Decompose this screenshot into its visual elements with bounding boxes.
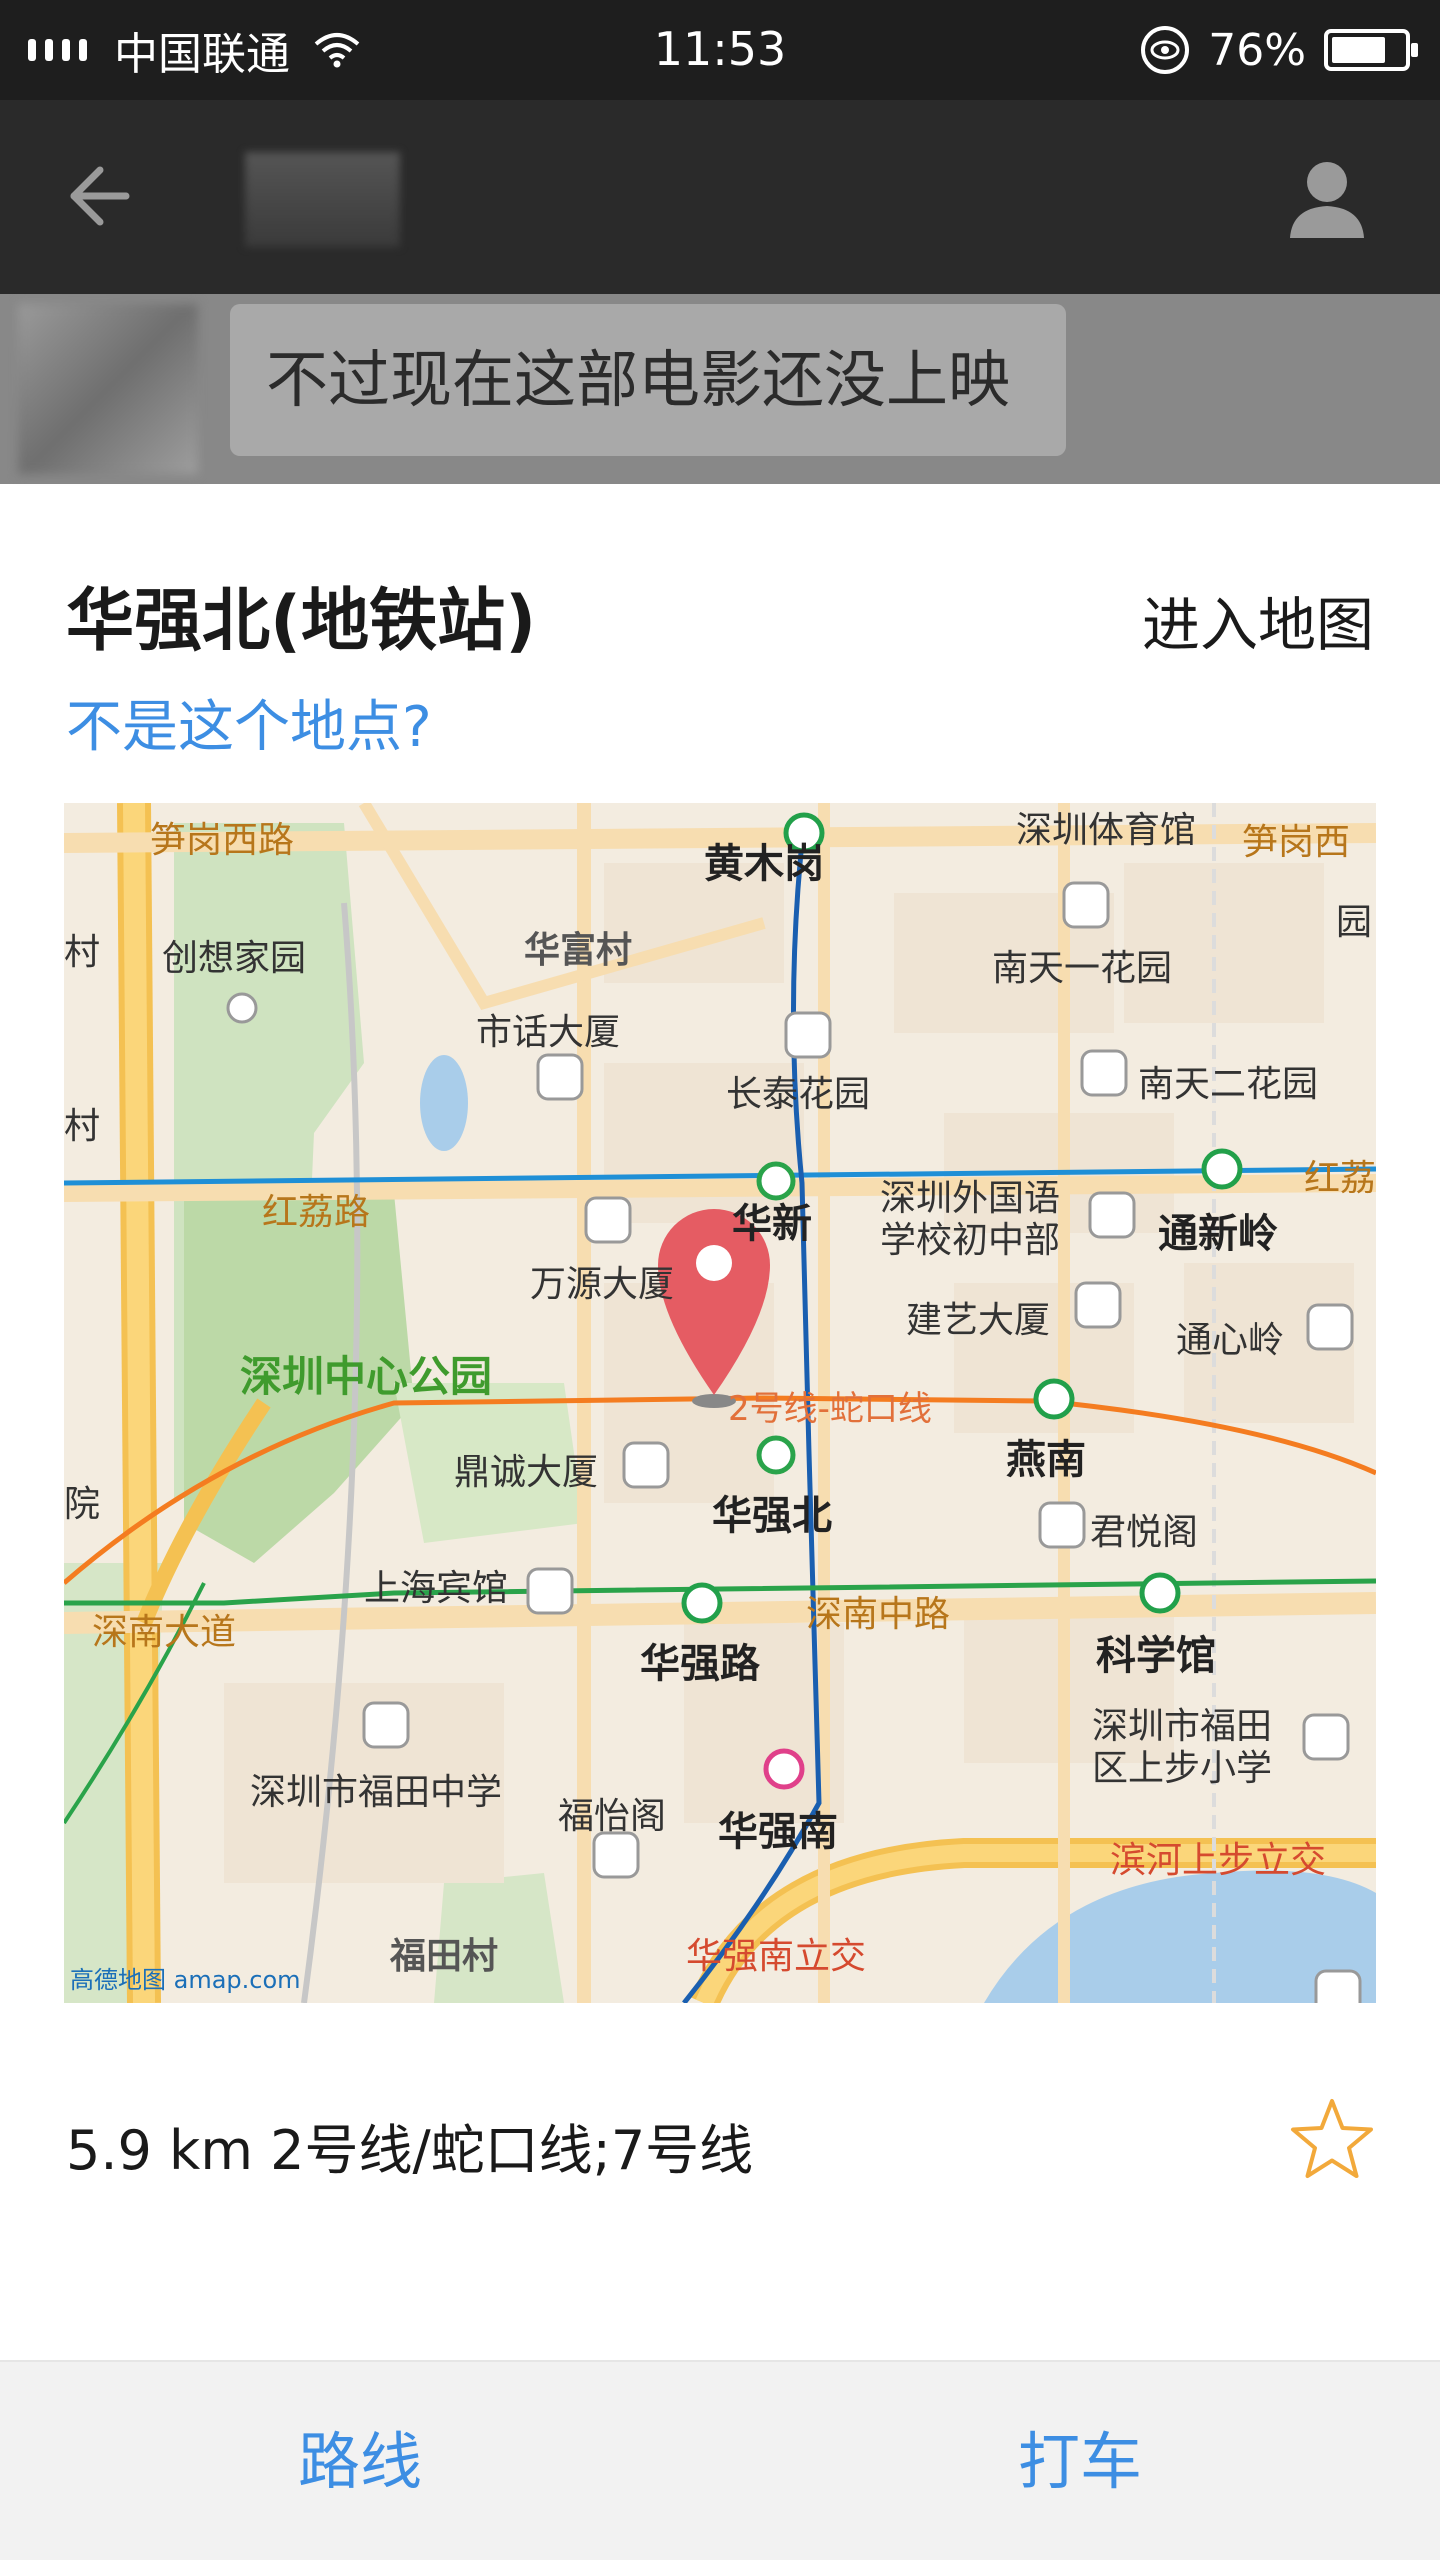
map-label: 深圳体育馆 bbox=[1016, 810, 1197, 851]
chat-bubble: 不过现在这部电影还没上映 bbox=[230, 304, 1066, 456]
map-label: 燕南 bbox=[1006, 1437, 1086, 1483]
location-title: 华强北(地铁站) bbox=[66, 582, 537, 661]
amap-logo: 高德地图 amap.com bbox=[70, 1966, 301, 1994]
map-label: 园 bbox=[1336, 902, 1373, 943]
map-label: 通心岭 bbox=[1176, 1320, 1285, 1361]
battery-percent: 76% bbox=[1208, 24, 1306, 76]
map-label: 黄木岗 bbox=[704, 841, 824, 887]
enter-map-button[interactable]: 进入地图 bbox=[1142, 578, 1374, 662]
back-arrow-icon[interactable] bbox=[60, 158, 136, 234]
map-label: 学校初中部 bbox=[880, 1220, 1061, 1261]
map-label: 创想家园 bbox=[162, 938, 307, 979]
map-label: 鼎诚大厦 bbox=[454, 1452, 599, 1493]
map-label: 君悦阁 bbox=[1090, 1512, 1199, 1553]
map-label: 滨河上步立交 bbox=[1110, 1840, 1327, 1881]
battery-icon bbox=[1324, 29, 1418, 71]
map-label: 华强南立交 bbox=[686, 1936, 867, 1977]
map-label: 深圳中心公园 bbox=[240, 1352, 493, 1401]
not-this-place-link[interactable]: 不是这个地点? bbox=[66, 682, 432, 763]
route-button[interactable]: 路线 bbox=[0, 2362, 720, 2562]
map-label: 华富村 bbox=[524, 930, 633, 971]
bottom-action-bar: 路线 打车 bbox=[0, 2360, 1440, 2560]
map-label: 区上步小学 bbox=[1092, 1748, 1273, 1789]
map-label: 市话大厦 bbox=[476, 1012, 621, 1053]
taxi-button[interactable]: 打车 bbox=[720, 2362, 1440, 2562]
map-label: 建艺大厦 bbox=[906, 1300, 1051, 1341]
map-label: 村 bbox=[64, 932, 101, 973]
map-label: 2号线-蛇口线 bbox=[728, 1389, 932, 1429]
map-label: 红荔 bbox=[1304, 1158, 1376, 1199]
map-label: 村 bbox=[64, 1106, 101, 1147]
person-icon[interactable] bbox=[1282, 152, 1372, 242]
map-label: 福怡阁 bbox=[558, 1796, 667, 1837]
map-label: 福田村 bbox=[390, 1936, 499, 1977]
map-label: 科学馆 bbox=[1096, 1633, 1216, 1679]
map-label: 华强路 bbox=[640, 1641, 760, 1687]
nav-bar bbox=[0, 100, 1440, 294]
map-label: 通新岭 bbox=[1158, 1211, 1278, 1257]
map-label: 红荔路 bbox=[262, 1192, 371, 1233]
star-outline-icon[interactable] bbox=[1287, 2095, 1377, 2185]
map-label: 华强南 bbox=[718, 1809, 838, 1855]
nav-title-blurred bbox=[245, 152, 400, 247]
location-distance-lines: 5.9 km 2号线/蛇口线;7号线 bbox=[66, 2119, 754, 2182]
map-label: 长泰花园 bbox=[726, 1074, 871, 1115]
map-label: 万源大厦 bbox=[530, 1264, 675, 1305]
status-bar: 中国联通 11:53 76% bbox=[0, 0, 1440, 100]
map-label: 华新 bbox=[732, 1201, 812, 1247]
map-label: 南天一花园 bbox=[992, 948, 1173, 989]
map-label: 深南中路 bbox=[806, 1594, 951, 1635]
map-view[interactable]: 笋岗西路 黄木岗 深圳体育馆 笋岗西 村 创想家园 华富村 南天一花园 园 市话… bbox=[64, 803, 1376, 2003]
map-label: 南天二花园 bbox=[1138, 1064, 1319, 1105]
map-label: 深南大道 bbox=[92, 1612, 237, 1653]
map-label: 笋岗西 bbox=[1242, 822, 1351, 863]
eye-protection-icon bbox=[1141, 26, 1190, 74]
map-label: 上海宾馆 bbox=[364, 1568, 509, 1609]
avatar bbox=[18, 304, 198, 474]
map-label: 深圳市福田中学 bbox=[250, 1772, 503, 1813]
map-label: 笋岗西路 bbox=[150, 820, 295, 861]
map-label: 院 bbox=[64, 1484, 101, 1525]
map-label: 华强北 bbox=[712, 1493, 832, 1539]
chat-background: 不过现在这部电影还没上映 bbox=[0, 294, 1440, 484]
